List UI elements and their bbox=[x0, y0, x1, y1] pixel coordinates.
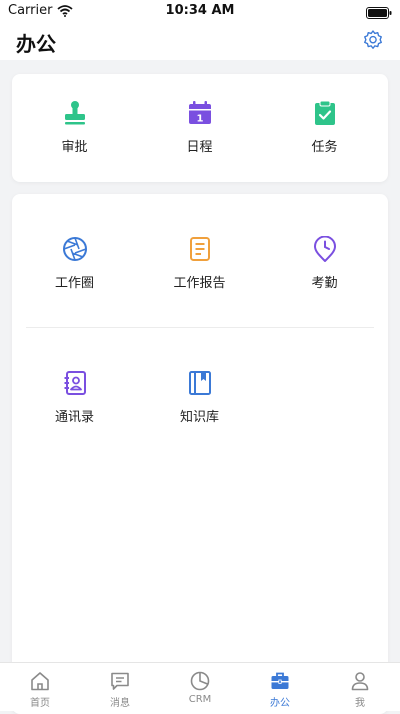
tile-work-circle[interactable]: 工作圈 bbox=[12, 236, 137, 291]
tab-home[interactable]: 首页 bbox=[0, 663, 80, 711]
calendar-icon: 1 bbox=[188, 101, 211, 125]
tile-label: 考勤 bbox=[311, 276, 338, 291]
tab-me[interactable]: 我 bbox=[320, 663, 400, 711]
tab-label: 我 bbox=[355, 698, 365, 709]
tile-label: 日程 bbox=[186, 140, 213, 155]
clipboard-check-icon bbox=[314, 100, 335, 125]
tile-label: 任务 bbox=[311, 140, 338, 155]
tab-label: 消息 bbox=[110, 698, 130, 709]
location-clock-icon bbox=[313, 236, 336, 262]
page-title: 办公 bbox=[16, 32, 56, 56]
home-icon bbox=[31, 672, 49, 691]
status-bar: Carrier 10:34 AM bbox=[0, 0, 400, 22]
tile-label: 工作圈 bbox=[54, 276, 94, 291]
tile-label: 审批 bbox=[61, 140, 88, 155]
report-icon bbox=[189, 237, 210, 261]
tile-task[interactable]: 任务 bbox=[262, 100, 387, 155]
tile-contacts[interactable]: 通讯录 bbox=[12, 370, 137, 425]
tab-office[interactable]: 办公 bbox=[240, 663, 320, 711]
battery-icon bbox=[366, 4, 392, 23]
svg-text:1: 1 bbox=[196, 114, 203, 125]
tab-bar: 首页 消息 CRM 办公 我 bbox=[0, 662, 400, 711]
tile-label: 知识库 bbox=[179, 410, 219, 425]
message-icon bbox=[111, 672, 129, 690]
stamp-icon bbox=[64, 101, 85, 125]
nav-header: 办公 bbox=[0, 22, 400, 60]
tile-attendance[interactable]: 考勤 bbox=[262, 236, 387, 291]
briefcase-icon bbox=[271, 672, 289, 689]
aperture-icon bbox=[62, 237, 87, 261]
tile-label: 通讯录 bbox=[54, 410, 94, 425]
tab-crm[interactable]: CRM bbox=[160, 663, 240, 711]
divider bbox=[26, 327, 374, 328]
tab-label: CRM bbox=[188, 694, 212, 705]
tab-messages[interactable]: 消息 bbox=[80, 663, 160, 711]
contacts-icon bbox=[64, 371, 86, 395]
tile-approval[interactable]: 审批 bbox=[12, 100, 137, 155]
status-time: 10:34 AM bbox=[165, 3, 235, 18]
tab-label: 办公 bbox=[270, 698, 290, 709]
tile-work-report[interactable]: 工作报告 bbox=[137, 236, 262, 291]
apps-card: 工作圈 工作报告 考勤 通讯录 知识库 bbox=[12, 194, 388, 714]
quick-actions-card: 审批 1 日程 任务 bbox=[12, 74, 388, 182]
tile-label: 工作报告 bbox=[173, 276, 226, 291]
tile-schedule[interactable]: 1 日程 bbox=[137, 100, 262, 155]
gear-icon[interactable] bbox=[362, 29, 384, 51]
book-icon bbox=[188, 371, 211, 395]
tile-knowledge-base[interactable]: 知识库 bbox=[137, 370, 262, 425]
profile-icon bbox=[351, 672, 369, 691]
pie-chart-icon bbox=[190, 671, 210, 691]
tab-label: 首页 bbox=[30, 698, 50, 709]
